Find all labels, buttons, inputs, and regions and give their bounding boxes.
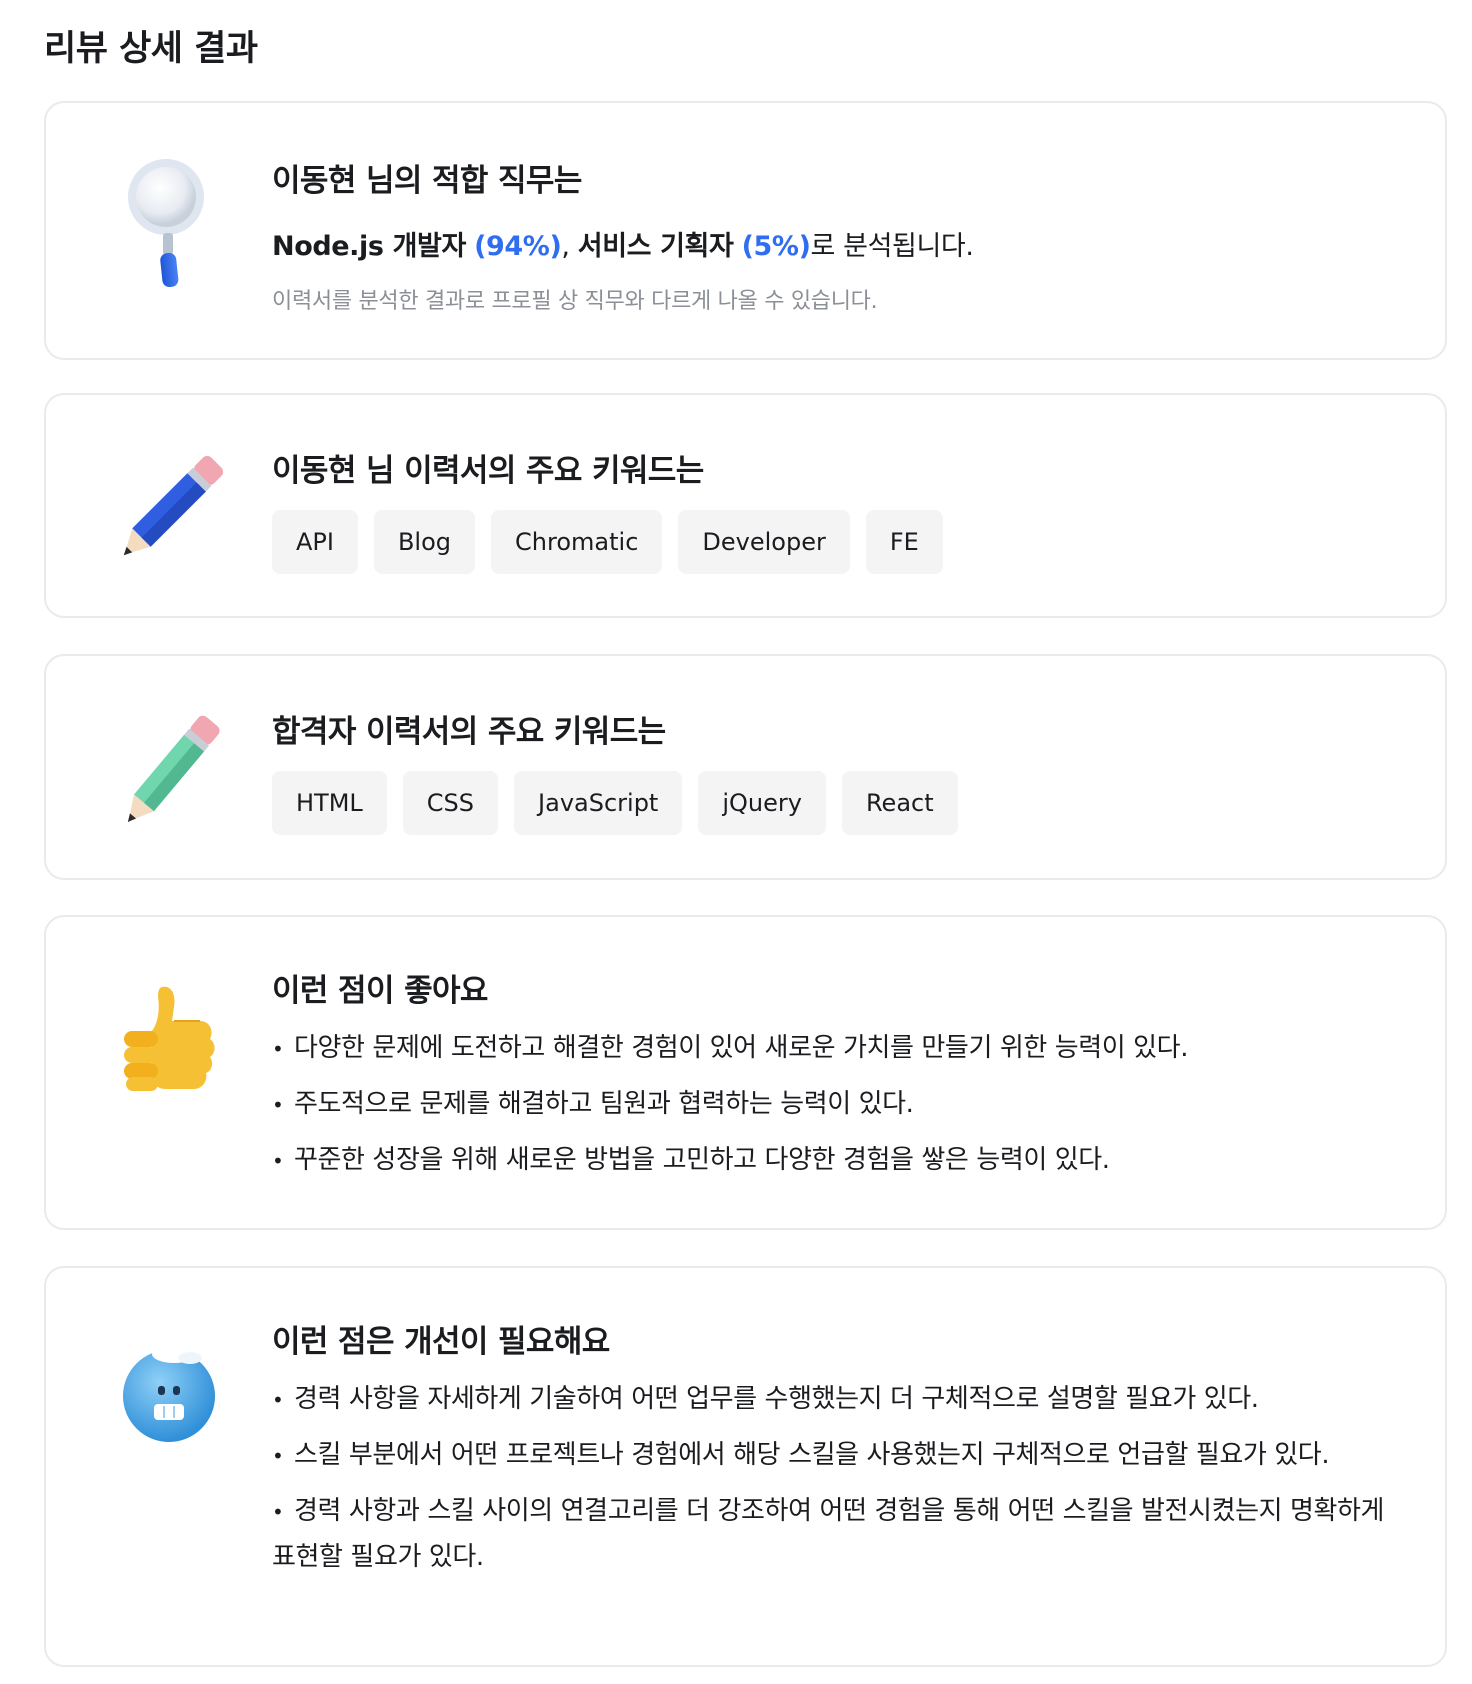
job-1-percent: (94%) — [474, 231, 562, 262]
keyword-tag[interactable]: Developer — [678, 510, 850, 574]
keyword-tag[interactable]: FE — [865, 510, 943, 574]
magnifier-icon — [114, 157, 224, 288]
improvements-title: 이런 점은 개선이 필요해요 — [272, 1324, 610, 1360]
improvements-card: 이런 점은 개선이 필요해요 경력 사항을 자세하게 기술하여 어떤 업무를 수… — [44, 1266, 1447, 1667]
my-keywords-card: 이동현 님 이력서의 주요 키워드는 API Blog Chromatic De… — [44, 393, 1447, 618]
job-fit-note: 이력서를 분석한 결과로 프로필 상 직무와 다르게 나올 수 있습니다. — [272, 289, 878, 314]
job-fit-card: 이동현 님의 적합 직무는 Node.js 개발자 (94%), 서비스 기획자… — [44, 101, 1447, 360]
job-fit-suffix: 로 분석됩니다. — [810, 231, 974, 262]
my-keywords-title: 이동현 님 이력서의 주요 키워드는 — [272, 453, 704, 489]
keyword-tag[interactable]: Chromatic — [491, 510, 663, 574]
list-item: 경력 사항을 자세하게 기술하여 어떤 업무를 수행했는지 더 구체적으로 설명… — [272, 1377, 1405, 1423]
keyword-tag[interactable]: CSS — [402, 771, 499, 835]
keyword-tag[interactable]: JavaScript — [514, 771, 683, 835]
keyword-tag[interactable]: React — [841, 771, 958, 835]
strengths-card: 이런 점이 좋아요 다양한 문제에 도전하고 해결한 경험이 있어 새로운 가치… — [44, 915, 1447, 1230]
cold-face-icon — [114, 1328, 224, 1458]
list-item: 스킬 부분에서 어떤 프로젝트나 경험에서 해당 스킬을 사용했는지 구체적으로… — [272, 1433, 1405, 1479]
job-2: 서비스 기획자 — [577, 231, 734, 262]
list-item: 꾸준한 성장을 위해 새로운 방법을 고민하고 다양한 경험을 쌓은 능력이 있… — [272, 1138, 1405, 1184]
thumbs-up-icon — [114, 979, 224, 1109]
passer-keywords-title: 합격자 이력서의 주요 키워드는 — [272, 714, 666, 750]
page-title: 리뷰 상세 결과 — [44, 29, 258, 69]
passer-keywords-card: 합격자 이력서의 주요 키워드는 HTML CSS JavaScript jQu… — [44, 654, 1447, 880]
job-fit-result: Node.js 개발자 (94%), 서비스 기획자 (5%)로 분석됩니다. — [272, 224, 1405, 263]
strengths-title: 이런 점이 좋아요 — [272, 973, 488, 1009]
improvements-list: 경력 사항을 자세하게 기술하여 어떤 업무를 수행했는지 더 구체적으로 설명… — [272, 1377, 1405, 1580]
green-pencil-icon — [114, 708, 224, 838]
list-item: 경력 사항과 스킬 사이의 연결고리를 더 강조하여 어떤 경험을 통해 어떤 … — [272, 1489, 1405, 1580]
job-2-percent: (5%) — [741, 231, 811, 262]
blue-pencil-icon — [114, 445, 224, 575]
list-item: 주도적으로 문제를 해결하고 팀원과 협력하는 능력이 있다. — [272, 1082, 1405, 1128]
review-detail-page: 리뷰 상세 결과 이동현 님의 적합 직무는 Node.js 개발자 (94%)… — [0, 0, 1472, 1684]
my-keywords-tag-list: API Blog Chromatic Developer FE — [272, 510, 1405, 574]
keyword-tag[interactable]: HTML — [272, 771, 387, 835]
keyword-tag[interactable]: Blog — [373, 510, 476, 574]
keyword-tag[interactable]: jQuery — [698, 771, 826, 835]
passer-keywords-tag-list: HTML CSS JavaScript jQuery React — [272, 771, 1405, 835]
job-1: Node.js 개발자 — [272, 231, 466, 262]
job-fit-title: 이동현 님의 적합 직무는 — [272, 163, 582, 199]
list-item: 다양한 문제에 도전하고 해결한 경험이 있어 새로운 가치를 만들기 위한 능… — [272, 1026, 1405, 1072]
strengths-list: 다양한 문제에 도전하고 해결한 경험이 있어 새로운 가치를 만들기 위한 능… — [272, 1026, 1405, 1184]
keyword-tag[interactable]: API — [272, 510, 358, 574]
job-separator: , — [561, 231, 570, 262]
